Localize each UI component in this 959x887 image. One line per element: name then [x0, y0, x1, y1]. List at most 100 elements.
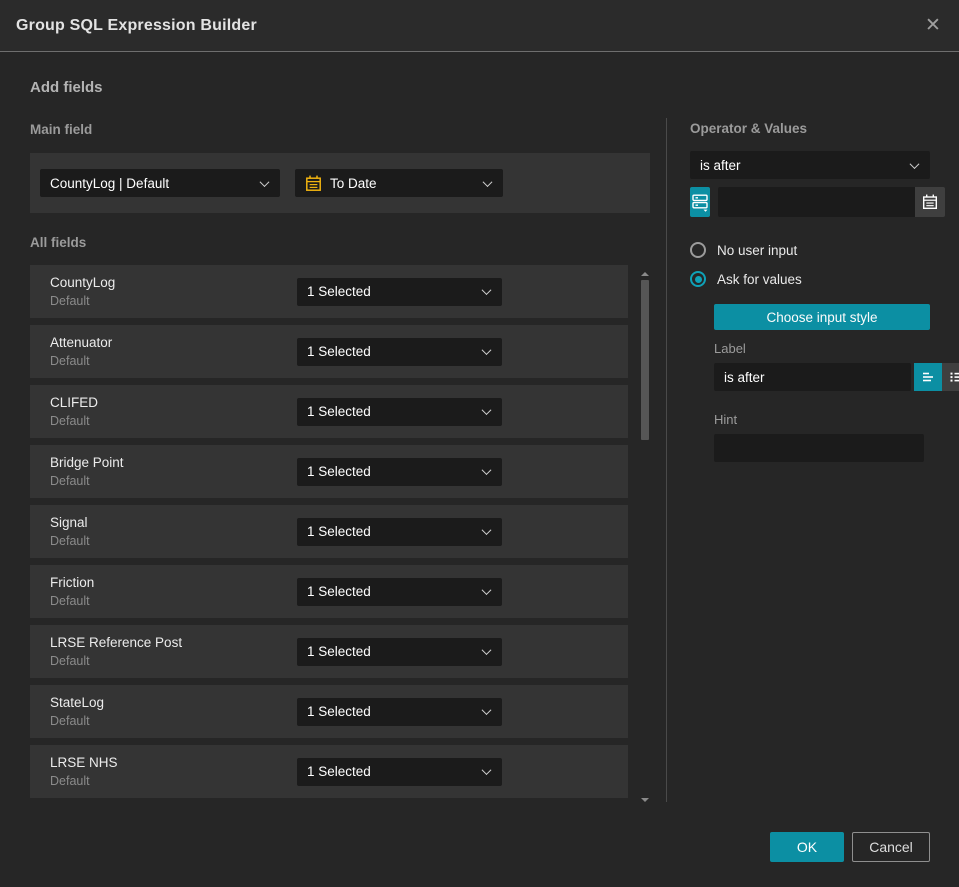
field-selected-dropdown[interactable]: 1 Selected [297, 277, 502, 306]
field-subtitle: Default [50, 414, 90, 428]
field-row[interactable]: Bridge Point Default 1 Selected [30, 445, 629, 498]
field-selected-dropdown[interactable]: 1 Selected [297, 637, 502, 666]
field-row-meta: StateLog Default [50, 695, 297, 728]
scrollbar-up-arrow-icon[interactable] [641, 272, 650, 276]
radio-unselected-icon[interactable] [690, 242, 706, 258]
calendar-icon [922, 194, 938, 210]
operator-values-column: Operator & Values is after No user input… [690, 52, 959, 462]
chevron-down-icon [481, 525, 492, 536]
radio-ask-for-values-label: Ask for values [717, 271, 802, 287]
chevron-down-icon [481, 585, 492, 596]
field-selected-dropdown[interactable]: 1 Selected [297, 517, 502, 546]
field-row[interactable]: LRSE NHS Default 1 Selected [30, 745, 629, 798]
add-fields-heading: Add fields [30, 79, 103, 96]
list-scrollbar[interactable] [641, 265, 650, 802]
chevron-down-icon [481, 465, 492, 476]
value-input[interactable] [718, 187, 915, 217]
field-subtitle: Default [50, 654, 90, 668]
radio-no-user-input-label: No user input [717, 242, 798, 258]
main-field-select-value: CountyLog | Default [50, 175, 170, 191]
dialog-content: Add fields Main field CountyLog | Defaul… [0, 52, 959, 805]
scrollbar-thumb[interactable] [641, 280, 650, 440]
field-row-meta: CLIFED Default [50, 395, 297, 428]
radio-ask-for-values[interactable]: Ask for values [690, 271, 930, 287]
chevron-down-icon [481, 765, 492, 776]
field-selected-dropdown[interactable]: 1 Selected [297, 337, 502, 366]
field-selected-dropdown[interactable]: 1 Selected [297, 697, 502, 726]
label-field-label: Label [714, 341, 746, 356]
field-selected-value: 1 Selected [307, 764, 371, 779]
field-row[interactable]: StateLog Default 1 Selected [30, 685, 629, 738]
label-field-row [714, 363, 959, 391]
field-name: Bridge Point [50, 455, 124, 470]
field-selected-dropdown[interactable]: 1 Selected [297, 757, 502, 786]
hint-input[interactable] [714, 434, 924, 462]
radio-selected-icon[interactable] [690, 271, 706, 287]
radio-no-user-input[interactable]: No user input [690, 242, 930, 258]
field-row-meta: LRSE NHS Default [50, 755, 297, 788]
field-row[interactable]: CLIFED Default 1 Selected [30, 385, 629, 438]
cancel-button[interactable]: Cancel [852, 832, 930, 862]
stacked-values-icon [692, 194, 708, 212]
operator-values-heading: Operator & Values [690, 121, 808, 136]
operator-select[interactable]: is after [690, 151, 930, 179]
chevron-down-icon [481, 405, 492, 416]
field-row[interactable]: Friction Default 1 Selected [30, 565, 629, 618]
dialog-footer: OK Cancel [770, 832, 930, 862]
align-left-icon [923, 372, 933, 382]
chevron-down-icon [481, 345, 492, 356]
field-selected-value: 1 Selected [307, 644, 371, 659]
field-row[interactable]: CountyLog Default 1 Selected [30, 265, 629, 318]
field-name: Friction [50, 575, 95, 590]
dialog-title: Group SQL Expression Builder [16, 16, 257, 34]
label-input[interactable] [714, 363, 911, 391]
single-value-style-button[interactable] [914, 363, 942, 391]
field-selected-dropdown[interactable]: 1 Selected [297, 577, 502, 606]
chevron-down-icon [481, 705, 492, 716]
field-row-meta: CountyLog Default [50, 275, 297, 308]
field-row-meta: LRSE Reference Post Default [50, 635, 297, 668]
main-field-label: Main field [30, 122, 93, 137]
field-row[interactable]: LRSE Reference Post Default 1 Selected [30, 625, 629, 678]
operator-select-value: is after [700, 157, 741, 173]
fields-column: Add fields Main field CountyLog | Defaul… [30, 52, 650, 805]
field-row[interactable]: Signal Default 1 Selected [30, 505, 629, 558]
main-field-date-value: To Date [330, 175, 377, 191]
field-selected-dropdown[interactable]: 1 Selected [297, 457, 502, 486]
field-name: CountyLog [50, 275, 116, 290]
unique-values-button[interactable] [690, 187, 710, 217]
multi-value-style-button[interactable] [942, 363, 959, 391]
input-style-toggle [914, 363, 959, 391]
field-subtitle: Default [50, 714, 90, 728]
close-icon[interactable]: ✕ [921, 14, 945, 38]
date-picker-button[interactable] [915, 187, 945, 217]
chevron-down-icon [909, 158, 920, 169]
all-fields-list: CountyLog Default 1 Selected Attenuator … [30, 265, 629, 805]
field-name: LRSE NHS [50, 755, 118, 770]
field-name: StateLog [50, 695, 105, 710]
choose-input-style-button[interactable]: Choose input style [714, 304, 930, 330]
main-field-select[interactable]: CountyLog | Default [40, 169, 280, 197]
user-input-radios: No user input Ask for values [690, 242, 930, 287]
chevron-down-icon [481, 645, 492, 656]
all-fields-list-wrap: CountyLog Default 1 Selected Attenuator … [30, 265, 650, 805]
field-subtitle: Default [50, 774, 90, 788]
calendar-icon [305, 175, 322, 192]
field-name: LRSE Reference Post [50, 635, 183, 650]
field-name: Attenuator [50, 335, 113, 350]
field-row[interactable]: Attenuator Default 1 Selected [30, 325, 629, 378]
all-fields-label: All fields [30, 235, 87, 250]
field-row-meta: Bridge Point Default [50, 455, 297, 488]
hint-field-label: Hint [714, 412, 738, 427]
scrollbar-down-arrow-icon[interactable] [641, 798, 650, 802]
field-selected-value: 1 Selected [307, 584, 371, 599]
field-subtitle: Default [50, 534, 90, 548]
main-field-date-select[interactable]: To Date [295, 169, 503, 197]
field-subtitle: Default [50, 594, 90, 608]
vertical-divider [666, 118, 667, 802]
field-subtitle: Default [50, 354, 90, 368]
field-selected-dropdown[interactable]: 1 Selected [297, 397, 502, 426]
field-row-meta: Attenuator Default [50, 335, 297, 368]
field-selected-value: 1 Selected [307, 704, 371, 719]
ok-button[interactable]: OK [770, 832, 844, 862]
